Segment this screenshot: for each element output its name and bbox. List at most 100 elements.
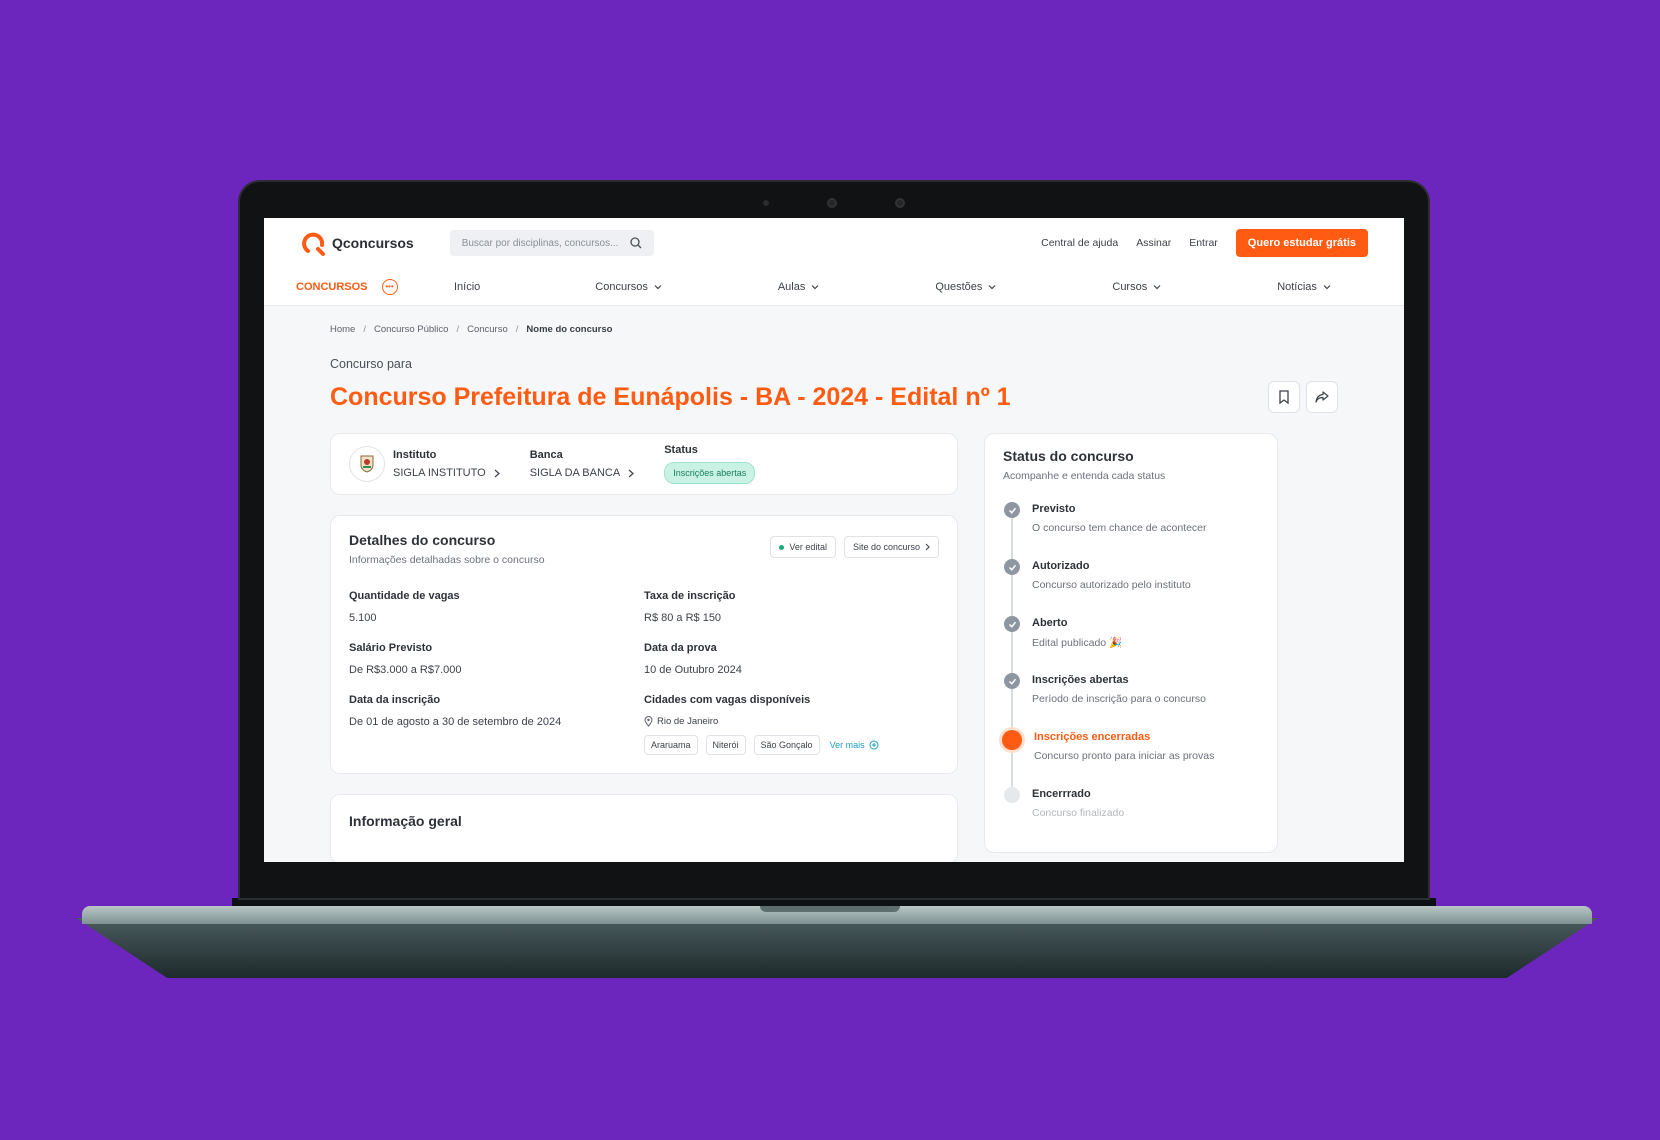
city-main-label: Rio de Janeiro [657,716,719,727]
bookmark-button[interactable] [1268,381,1300,413]
detail-value: 5.100 [349,612,377,624]
timeline-step-pending: Encerrrado Concurso finalizado [1003,787,1259,844]
nav-item-questoes[interactable]: Questões [935,281,997,293]
more-options-icon[interactable]: ••• [381,278,398,295]
breadcrumb-separator: / [456,324,460,335]
city-chip[interactable]: Araruama [644,735,698,755]
banca-link[interactable]: SIGLA DA BANCA [529,467,635,479]
breadcrumb-separator: / [363,324,366,335]
details-card: Detalhes do concurso Informações detalha… [330,515,958,774]
right-column: Status do concurso Acompanhe e entenda c… [984,433,1278,862]
breadcrumb-home[interactable]: Home [330,324,355,335]
details-actions: Ver edital Site do concurso [770,536,939,558]
institute-seal-icon [360,455,374,473]
left-column: Instituto SIGLA INSTITUTO Banca SIGLA DA… [330,433,958,862]
login-link[interactable]: Entrar [1189,237,1218,249]
step-title: Autorizado [1032,560,1090,572]
step-title: Aberto [1032,617,1068,629]
timeline-step: Aberto Edital publicado 🎉 [1003,616,1259,673]
timeline-step-active: Inscrições encerradas Concurso pronto par… [1002,730,1259,787]
top-bar: Qconcursos Buscar por disciplinas, concu… [264,218,1404,268]
detail-value: De 01 de agosto a 30 de setembro de 2024 [349,716,562,728]
camera-icon [827,198,837,208]
detail-exam-date: Data da prova 10 de Outubro 2024 [644,642,939,676]
see-more-link[interactable]: Ver mais [830,740,879,750]
search-placeholder: Buscar por disciplinas, concursos... [461,237,619,249]
active-status-icon [1002,730,1022,750]
city-chip[interactable]: Niterói [705,735,746,755]
nav-item-label: Concursos [595,280,648,293]
step-description: Concurso pronto para iniciar as provas [1034,750,1215,762]
subscribe-link[interactable]: Assinar [1136,237,1171,249]
breadcrumb-concurso-publico[interactable]: Concurso Público [374,324,448,335]
chevron-down-icon [1153,284,1161,289]
nav-items: Início Concursos Aulas Questões Cursos N… [454,281,1372,293]
search-icon[interactable] [630,237,642,249]
timeline-step: Inscrições abertas Período de inscrição p… [1003,673,1259,730]
page-title: Concurso Prefeitura de Eunápolis - BA - … [330,382,1011,411]
nav-item-label: Cursos [1112,280,1148,293]
nav-item-aulas[interactable]: Aulas [778,281,821,293]
check-icon [1004,616,1020,632]
logo-icon [302,232,325,256]
plus-circle-icon [869,740,879,750]
banca-label: Banca [529,449,563,461]
step-description: O concurso tem chance de acontecer [1032,522,1207,534]
step-description: Período de inscrição para o concurso [1032,693,1206,705]
start-free-button[interactable]: Quero estudar grátis [1235,229,1368,257]
title-actions [1268,381,1338,413]
logo[interactable]: Qconcursos [300,229,414,257]
view-notice-button[interactable]: Ver edital [770,536,836,558]
see-more-label: Ver mais [829,740,865,750]
city-chip[interactable]: São Gonçalo [753,735,820,755]
nav-item-label: Notícias [1277,280,1317,293]
main-nav: CONCURSOS ••• Início Concursos Aulas Que… [264,268,1404,306]
logo-text: Qconcursos [332,235,414,251]
columns: Instituto SIGLA INSTITUTO Banca SIGLA DA… [330,433,1338,862]
detail-cities: Cidades com vagas disponíveis Rio de Jan… [644,694,939,755]
location-pin-icon [644,716,653,727]
nav-item-inicio[interactable]: Início [454,281,480,293]
chevron-down-icon [988,284,996,289]
detail-value: De R$3.000 a R$7.000 [349,664,462,676]
share-button[interactable] [1306,381,1338,413]
step-description: Concurso autorizado pelo instituto [1032,579,1191,591]
contest-site-label: Site do concurso [852,542,920,552]
step-title: Inscrições encerradas [1034,731,1151,743]
screen: Qconcursos Buscar por disciplinas, concu… [264,218,1404,862]
nav-item-concursos[interactable]: Concursos [595,281,663,293]
laptop-lid: Qconcursos Buscar por disciplinas, concu… [238,180,1430,900]
chevron-right-icon [494,469,500,477]
institute-value: SIGLA INSTITUTO [393,467,486,479]
check-icon [1004,502,1020,518]
page-subtitle: Concurso para [330,357,412,371]
check-icon [1004,559,1020,575]
timeline-step: Previsto O concurso tem chance de acontec… [1003,502,1259,559]
details-title: Detalhes do concurso [349,532,496,548]
details-grid: Quantidade de vagas 5.100 Taxa de inscri… [349,590,939,755]
breadcrumb-concurso[interactable]: Concurso [467,324,508,335]
institute-avatar [349,446,385,482]
breadcrumb-separator: / [515,324,519,335]
chevron-down-icon [1323,284,1331,289]
detail-salary: Salário Previsto De R$3.000 a R$7.000 [349,642,644,676]
detail-registration-date: Data da inscrição De 01 de agosto a 30 d… [349,694,644,755]
details-header: Detalhes do concurso Informações detalha… [349,532,939,566]
nav-brand-label[interactable]: CONCURSOS [296,281,368,293]
status-panel-subtitle: Acompanhe e entenda cada status [1003,470,1166,482]
status-dot-icon [779,544,785,550]
help-link[interactable]: Central de ajuda [1041,237,1118,249]
general-info-title: Informação geral [349,813,462,829]
title-row: Concurso Prefeitura de Eunápolis - BA - … [330,381,1338,413]
nav-item-cursos[interactable]: Cursos [1112,281,1162,293]
nav-item-noticias[interactable]: Notícias [1277,281,1332,293]
main-content: Home / Concurso Público / Concurso / Nom… [264,324,1404,862]
search-input[interactable]: Buscar por disciplinas, concursos... [449,230,654,256]
nav-item-label: Início [454,280,481,293]
nav-item-label: Questões [935,280,983,293]
sensor-dot [895,198,905,208]
banca-value: SIGLA DA BANCA [529,467,621,479]
banca-field: Banca SIGLA DA BANCA [529,449,635,479]
institute-link[interactable]: SIGLA INSTITUTO [393,467,500,479]
contest-site-button[interactable]: Site do concurso [843,536,939,558]
